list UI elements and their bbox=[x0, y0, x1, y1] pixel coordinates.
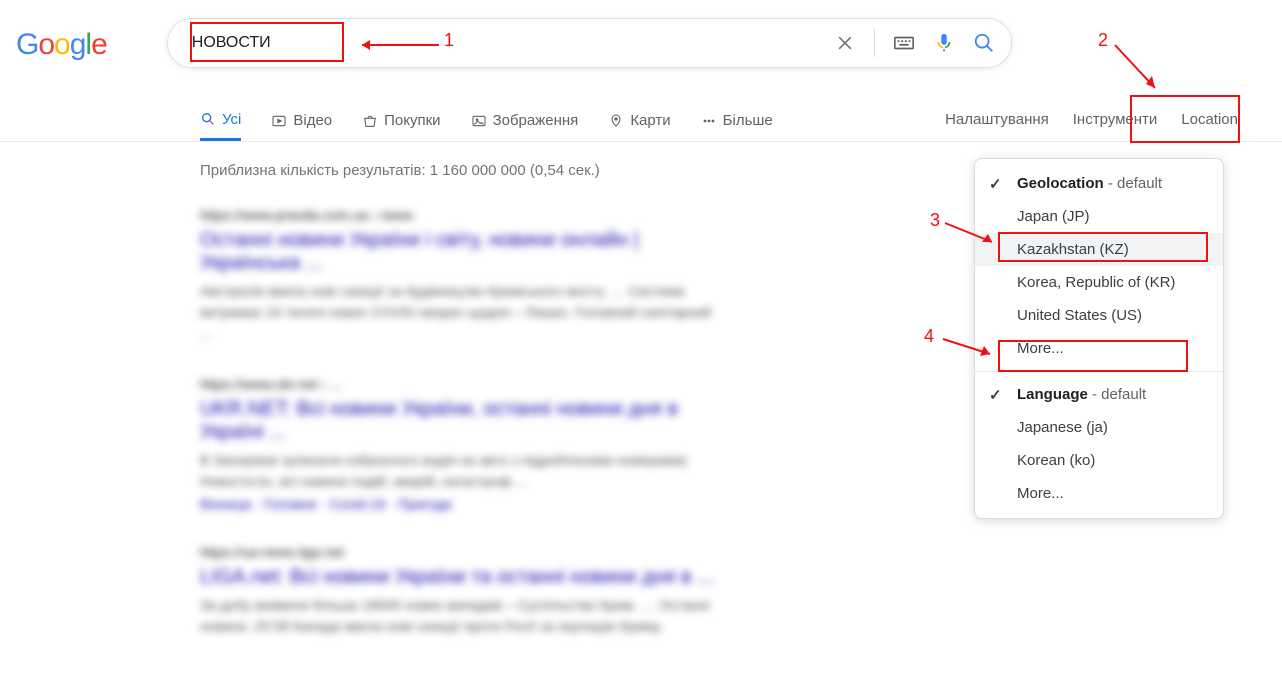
lang-default-label: - default bbox=[1088, 386, 1146, 403]
divider bbox=[874, 29, 875, 57]
annotation-label-4: 4 bbox=[924, 326, 934, 347]
result-title: Останні новини України і світу, новини о… bbox=[200, 229, 720, 275]
lang-default[interactable]: ✓ Language - default bbox=[975, 378, 1223, 411]
tab-more[interactable]: Більше bbox=[701, 98, 773, 141]
tab-all-label: Усі bbox=[222, 111, 241, 128]
annotation-label-3: 3 bbox=[930, 210, 940, 231]
result-snippet: В Запоріжжі зупинили озброєного водія на… bbox=[200, 450, 720, 492]
tab-more-label: Більше bbox=[723, 112, 773, 129]
nav-location[interactable]: Location bbox=[1181, 111, 1238, 128]
mic-icon[interactable] bbox=[933, 32, 955, 54]
check-icon: ✓ bbox=[989, 175, 1002, 193]
search-result[interactable]: https://ua-news.liga.net LIGA.net: Всі н… bbox=[200, 544, 720, 637]
geo-label: Geolocation bbox=[1017, 175, 1104, 192]
clear-icon[interactable] bbox=[834, 32, 856, 54]
geo-us[interactable]: United States (US) bbox=[975, 299, 1223, 332]
result-snippet: Австралія ввела нові санкції за будівниц… bbox=[200, 281, 720, 344]
result-stats: Приблизна кількість результатів: 1 160 0… bbox=[200, 162, 720, 179]
search-result[interactable]: https://www.ukr.net › ... UKR.NET: Всі н… bbox=[200, 376, 720, 512]
geo-default[interactable]: ✓ Geolocation - default bbox=[975, 167, 1223, 200]
tab-maps[interactable]: Карти bbox=[608, 98, 670, 141]
tab-images[interactable]: Зображення bbox=[471, 98, 579, 141]
tab-maps-label: Карти bbox=[630, 112, 670, 129]
location-panel: ✓ Geolocation - default Japan (JP) Kazak… bbox=[974, 158, 1224, 519]
result-snippet: За добу виявили більше 18000 нових випад… bbox=[200, 595, 720, 637]
tab-shopping[interactable]: Покупки bbox=[362, 98, 440, 141]
nav-settings[interactable]: Налаштування bbox=[945, 111, 1049, 128]
tab-video[interactable]: Відео bbox=[271, 98, 332, 141]
lang-japanese[interactable]: Japanese (ja) bbox=[975, 411, 1223, 444]
results: Приблизна кількість результатів: 1 160 0… bbox=[0, 142, 720, 637]
geo-kazakhstan[interactable]: Kazakhstan (KZ) bbox=[975, 233, 1223, 266]
result-url: https://www.pravda.com.ua › news bbox=[200, 207, 720, 223]
geo-korea[interactable]: Korea, Republic of (KR) bbox=[975, 266, 1223, 299]
result-url: https://ua-news.liga.net bbox=[200, 544, 720, 560]
result-url: https://www.ukr.net › ... bbox=[200, 376, 720, 392]
nav-tools[interactable]: Інструменти bbox=[1073, 111, 1158, 128]
lang-more[interactable]: More... bbox=[975, 477, 1223, 510]
search-bar bbox=[167, 18, 1012, 68]
tabs-row: Усі Відео Покупки Зображення Карти Більш… bbox=[0, 98, 1282, 142]
result-title: LIGA.net: Всі новини України та останні … bbox=[200, 566, 720, 589]
geo-japan[interactable]: Japan (JP) bbox=[975, 200, 1223, 233]
keyboard-icon[interactable] bbox=[893, 32, 915, 54]
tab-shopping-label: Покупки bbox=[384, 112, 440, 129]
geo-default-label: - default bbox=[1104, 175, 1162, 192]
geo-more[interactable]: More... bbox=[975, 332, 1223, 365]
check-icon: ✓ bbox=[989, 386, 1002, 404]
tab-all[interactable]: Усі bbox=[200, 98, 241, 141]
search-input[interactable] bbox=[186, 30, 834, 56]
tab-video-label: Відео bbox=[293, 112, 332, 129]
result-links: Вінниця · Головне · Covid-19 · Пригоди bbox=[200, 496, 720, 512]
lang-korean[interactable]: Korean (ko) bbox=[975, 444, 1223, 477]
google-logo[interactable]: Google bbox=[16, 28, 107, 62]
search-result[interactable]: https://www.pravda.com.ua › news Останні… bbox=[200, 207, 720, 344]
search-icon[interactable] bbox=[973, 32, 995, 54]
tab-images-label: Зображення bbox=[493, 112, 579, 129]
lang-label: Language bbox=[1017, 386, 1088, 403]
result-title: UKR.NET: Всі новини України, останні нов… bbox=[200, 398, 720, 444]
panel-divider bbox=[975, 371, 1223, 372]
